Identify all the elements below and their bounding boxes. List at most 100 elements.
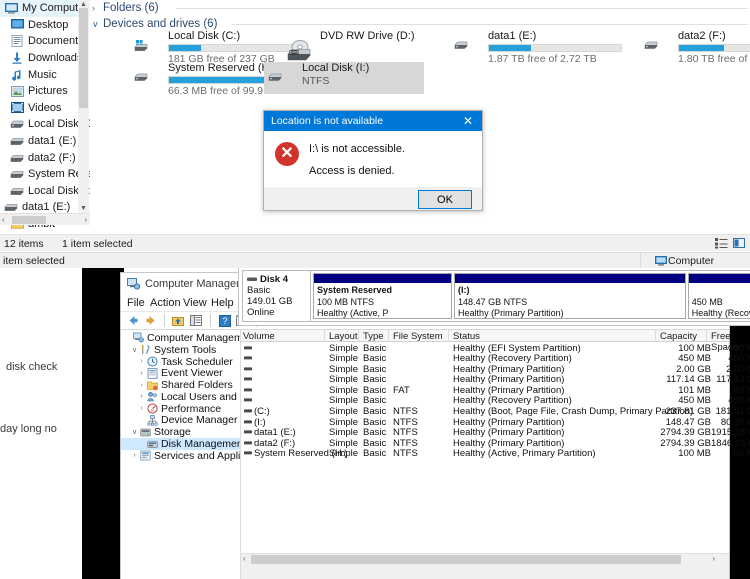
tree-node-storage[interactable]: ∨ Storage <box>121 426 240 438</box>
column-header-volume[interactable]: Volume <box>243 331 275 342</box>
volume-table-body[interactable]: Simple Basic Healthy (EFI System Partition… <box>241 342 750 460</box>
nav-item-data1-e[interactable]: data1 (E:) <box>0 133 90 150</box>
tree-node-computer-management-local[interactable]: Computer Management (Local <box>121 332 240 344</box>
tree-expander[interactable]: › <box>137 405 146 412</box>
nav-item-data2-f[interactable]: data2 (F:) <box>0 149 90 166</box>
nav-item-label: data2 (F:) <box>28 151 76 164</box>
scroll-down-arrow[interactable]: ▼ <box>80 205 87 212</box>
column-divider[interactable] <box>358 330 359 342</box>
drive-tile-data1-e[interactable]: data1 (E:) 1.87 TB free of 2.72 TB <box>450 30 625 65</box>
partition-block-1[interactable]: (I:) 148.47 GB NTFS Healthy (Primary Parti… <box>454 273 686 319</box>
users-icon <box>146 391 158 402</box>
column-divider[interactable] <box>706 330 707 342</box>
scroll-thumb-volume[interactable] <box>251 555 681 564</box>
partition-block-2[interactable]: 450 MBHealthy (Recovery Partiti <box>687 273 750 319</box>
drive-tile-data2-f[interactable]: data2 (F:) 1.80 TB free of 2.72 TB <box>640 30 750 65</box>
column-divider[interactable] <box>388 330 389 342</box>
tree-expander[interactable]: › <box>137 393 146 400</box>
group-header-devices[interactable]: ∨ Devices and drives (6) <box>92 17 217 31</box>
tree-expander[interactable]: › <box>137 382 146 389</box>
nav-item-local-disk-i[interactable]: Local Disk (I:) <box>0 183 90 200</box>
close-icon[interactable]: ✕ <box>454 111 482 131</box>
drive-usage-bar <box>678 44 750 52</box>
tree-node-task-scheduler[interactable]: › Task Scheduler <box>121 356 240 368</box>
volume-horizontal-scrollbar[interactable]: ‹ › <box>241 553 729 564</box>
column-header-file-system[interactable]: File System <box>393 331 443 342</box>
tree-node-label: Event Viewer <box>161 367 223 380</box>
scroll-left-arrow[interactable]: ‹ <box>2 215 5 224</box>
scroll-thumb-h[interactable] <box>12 216 46 224</box>
tree-node-system-tools[interactable]: ∨ System Tools <box>121 344 240 356</box>
volume-icon <box>244 377 252 381</box>
nav-item-videos[interactable]: Videos <box>0 100 90 117</box>
table-row[interactable]: Simple Basic Healthy (Primary Partition) 2.… <box>241 363 750 375</box>
scroll-right-arrow-2[interactable]: › <box>712 554 715 563</box>
column-header-status[interactable]: Status <box>453 331 480 342</box>
tree-expander[interactable]: ∨ <box>130 428 139 436</box>
column-header-layout[interactable]: Layout <box>329 331 358 342</box>
dialog-title: Location is not available <box>271 115 384 127</box>
tree-node-disk-management[interactable]: Disk Management <box>121 438 240 450</box>
table-row[interactable]: System Reserved (H:) Simple Basic NTFS Healt… <box>241 448 750 460</box>
tree-node-label: Services and Applications <box>154 449 241 462</box>
nav-item-music[interactable]: Music <box>0 66 90 83</box>
nav-item-local-disk-c[interactable]: Local Disk (C:) <box>0 116 90 133</box>
tree-node-services-and-applications[interactable]: › Services and Applications <box>121 450 240 462</box>
scroll-right-arrow[interactable]: › <box>84 215 87 224</box>
nav-item-pictures[interactable]: Pictures <box>0 83 90 100</box>
tree-expander[interactable]: › <box>137 358 146 365</box>
table-row[interactable]: Simple Basic FAT Healthy (Primary Partition… <box>241 384 750 396</box>
table-row[interactable]: Simple Basic Healthy (EFI System Partition… <box>241 342 750 354</box>
column-header-capacity[interactable]: Capacity <box>660 331 697 342</box>
tree-expander[interactable]: › <box>130 452 139 459</box>
nav-item-system-reserved-h[interactable]: System Reserved (H <box>0 166 90 183</box>
table-row[interactable]: Simple Basic Healthy (Recovery Partition) 4… <box>241 353 750 364</box>
tree-node-performance[interactable]: › N Performance <box>121 403 240 415</box>
table-row[interactable]: data2 (F:) Simple Basic NTFS Healthy (Primar… <box>241 437 750 449</box>
scroll-up-arrow[interactable]: ▲ <box>80 1 87 8</box>
partition-strip: System Reserved 100 MB NTFS Healthy (Activ… <box>311 271 750 321</box>
cell-capacity: 100 MB <box>678 448 711 460</box>
nav-item-my-computer[interactable]: My Computer <box>0 0 90 17</box>
nav-item-documents[interactable]: Documents <box>0 33 90 50</box>
group-header-folders[interactable]: › Folders (6) <box>92 1 159 15</box>
column-divider[interactable] <box>324 330 325 342</box>
tree-node-event-viewer[interactable]: › Event Viewer <box>121 367 240 379</box>
table-row[interactable]: Simple Basic Healthy (Recovery Partition) 4… <box>241 395 750 406</box>
ok-button[interactable]: OK <box>418 190 472 209</box>
disk-row[interactable]: Disk 4 Basic 149.01 GB Online System Res… <box>242 270 750 322</box>
table-row[interactable]: (C:) Simple Basic NTFS Healthy (Boot, Page F… <box>241 406 750 417</box>
partition-block-0[interactable]: System Reserved 100 MB NTFS Healthy (Activ… <box>313 273 453 319</box>
table-row[interactable]: data1 (E:) Simple Basic NTFS Healthy (Primar… <box>241 427 750 438</box>
column-divider[interactable] <box>448 330 449 342</box>
column-header-type[interactable]: Type <box>363 331 384 342</box>
dialog-title-bar[interactable]: Location is not available ✕ <box>264 111 482 131</box>
scroll-thumb[interactable] <box>79 8 88 108</box>
table-row[interactable]: (I:) Simple Basic NTFS Healthy (Primary Part… <box>241 416 750 428</box>
disk-header[interactable]: Disk 4 Basic 149.01 GB Online <box>243 271 311 321</box>
tree-expander[interactable]: ∨ <box>130 346 139 354</box>
column-divider[interactable] <box>655 330 656 342</box>
nav-vertical-scrollbar[interactable]: ▲ ▼ <box>78 0 89 213</box>
nav-item-downloads[interactable]: Downloads <box>0 50 90 67</box>
scroll-left-arrow-2[interactable]: ‹ <box>243 554 246 563</box>
cm-console-tree[interactable]: Computer Management (Local∨System Tools›… <box>121 330 241 579</box>
disk-name: Disk 4 <box>260 274 288 285</box>
navigation-pane[interactable]: My Computer Desktop Documents Downloads Musi… <box>0 0 90 232</box>
drive-tile-dvd-rw-drive-d[interactable]: DVD DVD RW Drive (D:) <box>282 30 457 64</box>
partition-capacity-bar <box>314 274 452 283</box>
drive-icon <box>10 151 24 164</box>
table-row[interactable]: Simple Basic Healthy (Primary Partition) 11… <box>241 374 750 385</box>
drive-tile-local-disk-i[interactable]: Local Disk (I:) NTFS <box>264 62 424 94</box>
large-icons-view-button[interactable] <box>733 237 746 249</box>
nav-horizontal-scrollbar[interactable]: ‹ › <box>0 213 90 225</box>
tree-node-local-users-and-groups[interactable]: › Local Users and Groups <box>121 391 240 403</box>
nav-item-desktop[interactable]: Desktop <box>0 17 90 34</box>
tree-node-shared-folders[interactable]: › Shared Folders <box>121 379 240 391</box>
chevron-down-icon: ∨ <box>92 18 99 29</box>
drive-tile-local-disk-c[interactable]: Local Disk (C:) 181 GB free of 237 GB <box>130 30 305 65</box>
pane-splitter[interactable] <box>241 564 729 579</box>
details-view-button[interactable] <box>715 237 728 249</box>
tree-expander[interactable]: › <box>137 370 146 377</box>
tree-node-device-manager[interactable]: Device Manager <box>121 414 240 426</box>
